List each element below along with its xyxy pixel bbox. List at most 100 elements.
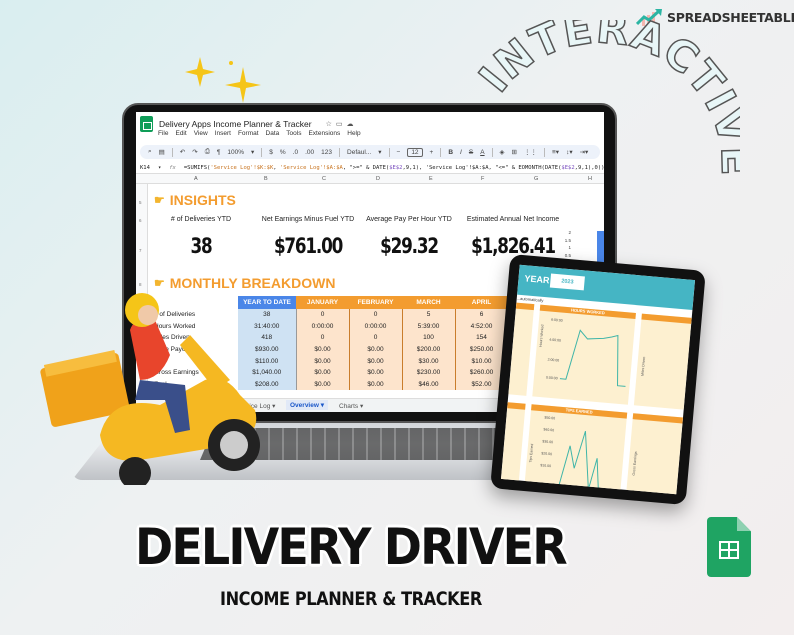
delivery-rider-illustration xyxy=(40,293,260,485)
column-header[interactable]: G xyxy=(534,176,538,182)
paint-format-icon[interactable]: ¶ xyxy=(217,149,221,156)
year-label: YEAR xyxy=(524,273,550,286)
formula-token: $E$2 xyxy=(561,164,575,171)
menu-extensions[interactable]: Extensions xyxy=(308,130,340,137)
tick-label: 2 xyxy=(568,230,571,235)
tablet-header: YEAR 2023 xyxy=(517,264,696,310)
table-cell[interactable]: $0.00 xyxy=(349,355,403,367)
column-header[interactable]: A xyxy=(194,176,198,182)
table-cell[interactable]: 0 xyxy=(296,309,350,321)
formula-input[interactable]: =SUMIFS('Service Log'!$K:$K, 'Service Lo… xyxy=(184,165,604,171)
table-cell[interactable]: 0 xyxy=(296,332,350,344)
table-cell[interactable]: 0 xyxy=(349,332,403,344)
menu-insert[interactable]: Insert xyxy=(215,130,231,137)
row-header[interactable]: 7 xyxy=(139,248,142,253)
document-title[interactable]: Delivery Apps Income Planner & Tracker xyxy=(159,119,312,129)
column-header[interactable]: B xyxy=(264,176,268,182)
table-cell[interactable]: $0.00 xyxy=(296,355,350,367)
table-cell[interactable]: 100 xyxy=(402,332,456,344)
table-cell[interactable]: $0.00 xyxy=(349,366,403,379)
column-header[interactable]: H xyxy=(588,176,592,182)
fill-color-icon[interactable]: ◈ xyxy=(500,148,505,156)
fx-icon: fx xyxy=(169,164,176,171)
table-cell[interactable]: 154 xyxy=(455,332,509,344)
column-header[interactable]: E xyxy=(429,176,433,182)
table-cell[interactable]: 5 xyxy=(402,309,456,321)
table-cell[interactable]: $230.00 xyxy=(402,366,456,379)
chart-panel xyxy=(500,402,526,484)
menu-edit[interactable]: Edit xyxy=(175,130,186,137)
sheets-logo-icon xyxy=(140,116,153,132)
tips-earned-chart: TIPS EARNED Tips Earned $50.00 $40.00 $3… xyxy=(524,404,628,493)
table-cell[interactable]: $0.00 xyxy=(296,378,350,391)
chart-panel xyxy=(508,302,535,396)
font-size-decrease-button[interactable]: − xyxy=(397,149,401,156)
kpi-label: # of Deliveries YTD xyxy=(170,216,232,223)
menu-format[interactable]: Format xyxy=(238,130,259,137)
formula-token: 'Service Log'!$K:$K xyxy=(210,164,274,171)
tablet-device: YEAR 2023 ...automatically HOURS WORKED … xyxy=(490,253,706,506)
column-header[interactable]: F xyxy=(481,176,484,182)
menu-data[interactable]: Data xyxy=(266,130,280,137)
table-cell[interactable]: $0.00 xyxy=(349,378,403,391)
search-icon[interactable]: ⌕ xyxy=(148,148,152,156)
kpi-label: Average Pay Per Hour YTD xyxy=(366,216,452,223)
menu-tools[interactable]: Tools xyxy=(286,130,301,137)
undo-icon[interactable]: ↶ xyxy=(180,148,185,156)
formula-token: $E$2 xyxy=(389,164,403,171)
star-icon[interactable]: ☆ xyxy=(326,121,336,128)
merge-cells-icon[interactable]: ⋮⋮ xyxy=(524,148,537,156)
table-cell[interactable]: $250.00 xyxy=(455,343,509,356)
borders-icon[interactable]: ⊞ xyxy=(512,148,517,156)
table-cell[interactable]: $30.00 xyxy=(402,355,456,367)
year-selector[interactable]: 2023 xyxy=(549,273,585,291)
table-cell[interactable]: 5:39:00 xyxy=(402,320,456,333)
redo-icon[interactable]: ↷ xyxy=(192,148,197,156)
font-select[interactable]: Defaul... xyxy=(347,149,371,156)
header-january: JANUARY xyxy=(296,296,349,309)
font-size-increase-button[interactable]: + xyxy=(430,149,434,156)
table-cell[interactable]: 0:00:00 xyxy=(296,320,350,333)
row-header[interactable]: 6 xyxy=(139,218,142,223)
table-cell[interactable]: $46.00 xyxy=(402,378,456,391)
strikethrough-button[interactable]: S xyxy=(469,149,473,156)
text-color-button[interactable]: A xyxy=(480,149,484,156)
print-icon[interactable]: ⎙ xyxy=(205,148,210,156)
decrease-decimal-button[interactable]: .0 xyxy=(293,149,298,156)
cloud-icon[interactable]: ☁ xyxy=(347,121,358,128)
table-cell[interactable]: $200.00 xyxy=(402,343,456,356)
currency-button[interactable]: $ xyxy=(269,149,273,156)
table-cell[interactable]: $0.00 xyxy=(296,343,350,356)
text-wrap-icon[interactable]: ⇥▾ xyxy=(580,148,589,156)
folder-icon[interactable]: ▭ xyxy=(336,121,347,128)
column-header[interactable]: C xyxy=(322,176,326,182)
table-cell[interactable]: 6 xyxy=(455,309,509,321)
column-header[interactable]: D xyxy=(376,176,380,182)
align-icon[interactable]: ≡▾ xyxy=(552,148,559,156)
row-header[interactable]: 5 xyxy=(139,200,142,205)
vertical-align-icon[interactable]: ↕▾ xyxy=(566,148,573,156)
table-cell[interactable]: 0 xyxy=(349,309,403,321)
tab-overview[interactable]: Overview ▾ xyxy=(286,400,328,410)
table-cell[interactable]: $0.00 xyxy=(349,343,403,356)
menu-view[interactable]: View xyxy=(194,130,208,137)
italic-button[interactable]: I xyxy=(460,149,462,156)
increase-decimal-button[interactable]: .00 xyxy=(305,149,314,156)
percent-button[interactable]: % xyxy=(280,149,286,156)
tab-charts[interactable]: Charts ▾ xyxy=(339,402,363,410)
formula-token: ,9,1),0)) xyxy=(574,164,604,171)
chart-bar xyxy=(597,231,604,263)
number-format-button[interactable]: 123 xyxy=(321,149,332,156)
kpi-label: Net Earnings Minus Fuel YTD xyxy=(261,216,355,223)
menu-file[interactable]: File xyxy=(158,130,168,137)
menu-help[interactable]: Help xyxy=(347,130,360,137)
zoom-select[interactable]: 100% xyxy=(227,149,244,156)
table-cell[interactable]: 0:00:00 xyxy=(349,320,403,333)
menus-icon[interactable]: ▤ xyxy=(159,148,165,156)
formula-bar: K14 ▾ fx =SUMIFS('Service Log'!$K:$K, 'S… xyxy=(136,162,604,174)
font-size-input[interactable]: 12 xyxy=(407,147,423,157)
cell-reference[interactable]: K14 xyxy=(140,165,150,171)
table-cell[interactable]: $0.00 xyxy=(296,366,350,379)
bold-button[interactable]: B xyxy=(448,149,453,156)
table-cell[interactable]: 4:52:00 xyxy=(455,320,509,333)
